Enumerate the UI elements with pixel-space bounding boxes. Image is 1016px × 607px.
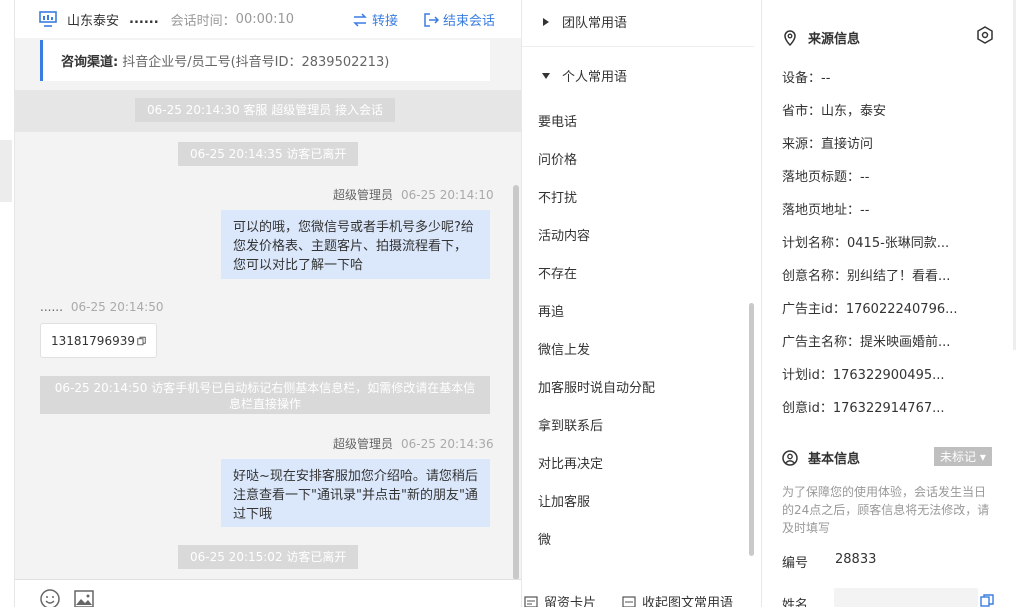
lead-card-button[interactable]: 留资卡片 <box>524 592 596 607</box>
divider <box>522 46 754 47</box>
source-info-title: 来源信息 <box>782 28 860 47</box>
caret-right-icon <box>543 17 549 26</box>
phrase-item[interactable]: 微信上发 <box>538 339 590 358</box>
info-row-creative-name: 创意名称：别纠结了！看看... <box>782 269 951 284</box>
phrase-item[interactable]: 问价格 <box>538 149 577 168</box>
visitor-message-bubble: 13181796939 <box>40 323 157 358</box>
monitor-icon <box>39 11 57 27</box>
phrase-item[interactable]: 微 <box>538 529 551 548</box>
phrase-group-label: 团队常用语 <box>562 16 628 31</box>
phrase-item[interactable]: 活动内容 <box>538 225 590 244</box>
image-icon[interactable] <box>73 588 95 607</box>
location-pin-icon <box>784 29 796 46</box>
system-message: 06-25 20:15:02 访客已离开 <box>178 545 359 569</box>
phrase-group-team[interactable]: 团队常用语 <box>522 12 752 31</box>
phrase-item[interactable]: 不存在 <box>538 263 577 282</box>
session-time-label: 会话时间： <box>170 13 236 29</box>
emoji-icon[interactable] <box>39 588 61 607</box>
source-info-title-text: 来源信息 <box>808 32 861 47</box>
name-input[interactable] <box>834 588 978 607</box>
name-label: 姓名 <box>782 598 809 607</box>
end-session-button[interactable]: 结束会话 <box>423 10 495 29</box>
channel-value: 抖音企业号/员工号(抖音号ID：2839502213) <box>122 55 390 70</box>
sender-name: ...... <box>40 300 63 314</box>
transfer-button[interactable]: 转接 <box>352 10 398 29</box>
info-row-plan-id: 计划id：176322900495... <box>782 368 945 383</box>
system-message: 06-25 20:14:30 客服 超级管理员 接入会话 <box>135 98 396 122</box>
phrase-item[interactable]: 再追 <box>538 301 564 320</box>
left-gutter-shade <box>0 140 12 202</box>
copy-icon[interactable] <box>137 335 146 347</box>
mark-status-label: 未标记 <box>940 450 977 464</box>
transfer-label: 转接 <box>372 14 399 29</box>
message-time: 06-25 20:14:36 <box>401 437 494 451</box>
customer-id-label: 编号 <box>782 556 809 571</box>
info-panel: 来源信息 设备：-- 省市：山东，泰安 来源：直接访问 落地页标题：-- 落地页… <box>761 0 1016 607</box>
phrase-item[interactable]: 要电话 <box>538 111 577 130</box>
message-time: 06-25 20:14:10 <box>401 188 494 202</box>
card-icon <box>524 595 538 607</box>
system-message: 06-25 20:14:35 访客已离开 <box>178 142 359 166</box>
basic-info-note: 为了保障您的使用体验，会话发生当日的24点之后，顾客信息将无法修改，请及时填写 <box>782 485 990 535</box>
chat-panel: 山东泰安 ...... 会话时间： 00:00:10 转接 结束会话 咨询渠道:… <box>14 0 522 607</box>
phrases-scrollbar[interactable] <box>749 303 754 556</box>
sender-name: 超级管理员 <box>333 188 394 202</box>
message-sender: ...... 06-25 20:14:50 <box>40 300 163 314</box>
visitor-location: 山东泰安 <box>67 13 120 29</box>
channel-label: 咨询渠道: <box>61 55 119 70</box>
agent-message-bubble: 可以的哦，您微信号或者手机号多少呢?给您发价格表、主题客片、拍摄流程看下，您可以… <box>221 210 490 279</box>
collapse-phrases-button[interactable]: 收起图文常用语 <box>622 592 733 607</box>
visitor-name: ...... <box>129 11 159 27</box>
phrase-item[interactable]: 对比再决定 <box>538 453 603 472</box>
info-row-advertiser-id: 广告主id：176022240796... <box>782 302 958 317</box>
phrases-footer: 留资卡片 收起图文常用语 <box>522 586 762 607</box>
phrase-item[interactable]: 不打扰 <box>538 187 577 206</box>
chevron-down-icon: ▾ <box>979 450 986 464</box>
phrase-group-personal[interactable]: 个人常用语 <box>522 66 752 85</box>
session-time-value: 00:00:10 <box>235 11 295 27</box>
message-sender: 超级管理员 06-25 20:14:10 <box>333 186 494 203</box>
phrase-group-label: 个人常用语 <box>562 70 628 85</box>
visitor-message-text: 13181796939 <box>51 333 135 348</box>
info-row-creative-id: 创意id：176322914767... <box>782 401 945 416</box>
agent-message-bubble: 好哒~现在安排客服加您介绍哈。请您稍后注意查看一下"通讯录"并点击"新的朋友"通… <box>221 459 490 527</box>
info-row-landing-title: 落地页标题：-- <box>782 170 870 185</box>
user-icon <box>782 449 798 466</box>
mark-status-dropdown[interactable]: 未标记 ▾ <box>934 447 992 466</box>
end-session-label: 结束会话 <box>443 14 496 29</box>
exit-icon <box>424 12 439 27</box>
copy-icon[interactable] <box>980 594 994 607</box>
phrases-panel: 团队常用语 个人常用语 要电话 问价格 不打扰 活动内容 不存在 再追 微信上发… <box>521 0 761 607</box>
phrase-item[interactable]: 拿到联系后 <box>538 415 603 434</box>
customer-id-value: 28833 <box>835 552 877 567</box>
phrase-item[interactable]: 加客服时说自动分配 <box>538 377 655 396</box>
message-time: 06-25 20:14:50 <box>70 300 164 314</box>
info-row-advertiser-name: 广告主名称：提米映画婚前... <box>782 335 951 350</box>
collapse-phrases-label: 收起图文常用语 <box>642 596 734 607</box>
lead-card-label: 留资卡片 <box>544 596 597 607</box>
settings-icon[interactable] <box>976 26 994 44</box>
caret-down-icon <box>542 72 550 79</box>
sender-name: 超级管理员 <box>333 437 394 451</box>
consult-channel: 咨询渠道: 抖音企业号/员工号(抖音号ID：2839502213) <box>40 40 490 81</box>
system-message: 06-25 20:14:50 访客手机号已自动标记右侧基本信息栏，如需修改请在基… <box>40 376 490 414</box>
info-row-plan-name: 计划名称：0415-张琳同款... <box>782 236 950 251</box>
chat-scrollbar[interactable] <box>513 185 519 580</box>
basic-info-title: 基本信息 <box>782 448 860 467</box>
info-row-landing-url: 落地页地址：-- <box>782 203 870 218</box>
phrase-item[interactable]: 让加客服 <box>538 491 590 510</box>
collapse-icon <box>622 595 636 607</box>
basic-info-title-text: 基本信息 <box>808 452 861 467</box>
info-row-province: 省市：山东，泰安 <box>782 104 887 119</box>
transfer-icon <box>353 12 367 27</box>
left-gutter <box>0 0 14 607</box>
info-row-source: 来源：直接访问 <box>782 137 874 152</box>
chat-toolbar <box>15 579 522 607</box>
message-sender: 超级管理员 06-25 20:14:36 <box>333 435 494 452</box>
info-row-device: 设备：-- <box>782 71 831 86</box>
